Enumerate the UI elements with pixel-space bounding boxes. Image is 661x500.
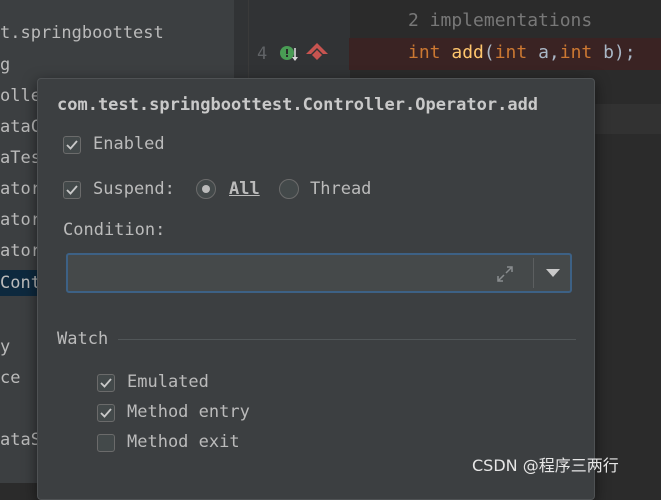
- tree-item[interactable]: ce: [0, 365, 20, 391]
- method-entry-checkbox[interactable]: [97, 404, 115, 422]
- suspend-thread-radio[interactable]: [279, 179, 299, 199]
- suspend-all-label[interactable]: All: [229, 179, 260, 199]
- method-entry-label[interactable]: Method entry: [127, 402, 250, 422]
- dropdown-arrow-icon[interactable]: [546, 269, 560, 277]
- check-icon: [66, 185, 78, 195]
- code-keyword: int: [559, 42, 593, 63]
- tree-item-selected[interactable]: Contr: [0, 270, 51, 296]
- code-line[interactable]: int add(int a,int b);: [408, 42, 636, 63]
- tree-item[interactable]: aTes: [0, 145, 41, 171]
- enabled-label[interactable]: Enabled: [93, 134, 165, 154]
- watch-divider: [118, 339, 576, 340]
- code-token: (: [483, 42, 495, 63]
- emulated-checkbox[interactable]: [97, 374, 115, 392]
- code-token: b);: [592, 42, 636, 63]
- code-token: a,: [527, 42, 560, 63]
- check-icon: [100, 378, 112, 388]
- tree-item[interactable]: ator: [0, 238, 41, 264]
- code-method-name: add: [451, 42, 484, 63]
- dropdown-separator: [533, 258, 534, 288]
- enabled-checkbox[interactable]: [63, 136, 81, 154]
- tree-item[interactable]: ator: [0, 207, 41, 233]
- method-breakpoint-icon[interactable]: [305, 42, 329, 64]
- watermark: CSDN @程序三两行: [472, 456, 619, 475]
- method-exit-checkbox[interactable]: [97, 434, 115, 452]
- suspend-all-radio[interactable]: [196, 179, 216, 199]
- implemented-method-icon[interactable]: [279, 44, 299, 64]
- method-exit-label[interactable]: Method exit: [127, 432, 240, 452]
- code-keyword: int: [408, 42, 441, 63]
- tree-item[interactable]: ator: [0, 176, 41, 202]
- suspend-label[interactable]: Suspend:: [93, 179, 175, 199]
- tree-item[interactable]: t.springboottest: [0, 20, 164, 46]
- check-icon: [66, 140, 78, 150]
- line-number: 4: [257, 44, 268, 64]
- watch-section-label: Watch: [57, 329, 109, 349]
- suspend-checkbox[interactable]: [63, 181, 81, 199]
- tree-item[interactable]: g: [0, 52, 10, 78]
- condition-input[interactable]: [66, 253, 572, 293]
- suspend-thread-label[interactable]: Thread: [310, 179, 371, 199]
- popup-title: com.test.springboottest.Controller.Opera…: [57, 95, 539, 115]
- implementations-hint[interactable]: 2 implementations: [408, 10, 592, 31]
- breakpoint-popup: com.test.springboottest.Controller.Opera…: [37, 78, 595, 500]
- code-keyword: int: [494, 42, 528, 63]
- condition-label: Condition:: [63, 220, 166, 240]
- expand-editor-icon[interactable]: [495, 264, 515, 284]
- tree-item[interactable]: ataC: [0, 114, 41, 140]
- radio-selected-dot: [202, 185, 210, 193]
- tree-item[interactable]: y: [0, 334, 10, 360]
- tree-item[interactable]: ataS: [0, 427, 41, 453]
- emulated-label[interactable]: Emulated: [127, 372, 209, 392]
- editor-caret-row: [594, 104, 661, 134]
- check-icon: [100, 408, 112, 418]
